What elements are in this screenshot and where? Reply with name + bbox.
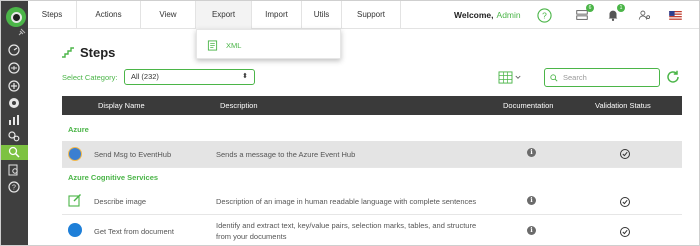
storage-icon[interactable]: 6 [574, 4, 594, 23]
search-icon [550, 73, 558, 82]
table-row[interactable]: Send Msg to EventHub Sends a message to … [62, 141, 682, 168]
page-header: Steps [61, 44, 115, 60]
search-doc-icon[interactable] [7, 163, 21, 177]
group-azure-cognitive-services: Azure Cognitive Services [68, 173, 159, 182]
welcome-label: Welcome, [454, 10, 494, 20]
category-value: All (232) [131, 72, 159, 81]
svg-text:?: ? [542, 10, 547, 20]
export-dropdown: XML [196, 29, 341, 59]
connect-icon[interactable] [7, 61, 21, 75]
row-display-name: Get Text from document [94, 227, 174, 236]
help-icon[interactable]: ? [7, 180, 21, 194]
pencil-square-icon [68, 194, 81, 207]
validation-check-icon [620, 197, 630, 207]
top-nav: Steps Actions View Export Import Utils S… [28, 1, 699, 29]
nav-import[interactable]: Import [252, 1, 302, 29]
col-documentation[interactable]: Documentation [503, 96, 553, 115]
steps-icon[interactable] [7, 145, 21, 159]
nav-export[interactable]: Export [196, 1, 252, 29]
documentation-info-icon[interactable]: i [527, 148, 536, 157]
select-caret-icon: ⬍ [242, 73, 248, 80]
eventhub-icon [68, 147, 82, 161]
app-logo[interactable] [6, 7, 26, 27]
export-xml-label: XML [226, 40, 242, 50]
category-select[interactable]: All (232) ⬍ [124, 69, 255, 85]
category-label: Select Category: [62, 73, 118, 82]
validation-check-icon [620, 149, 630, 159]
svg-text:?: ? [12, 185, 16, 192]
row-display-name: Send Msg to EventHub [94, 150, 172, 159]
search-box[interactable] [544, 68, 660, 87]
nav-actions[interactable]: Actions [77, 1, 141, 29]
row-description-line2: from your documents [216, 232, 287, 241]
documentation-info-icon[interactable]: i [527, 196, 536, 205]
reports-icon[interactable] [7, 113, 21, 127]
pin-icon[interactable] [18, 28, 26, 36]
page-title: Steps [80, 44, 116, 60]
form-recognizer-icon [68, 223, 82, 237]
validation-check-icon [620, 227, 630, 237]
gear-icon[interactable] [7, 96, 21, 110]
col-description[interactable]: Description [220, 96, 258, 115]
row-description: Description of an image in human readabl… [216, 197, 477, 206]
group-azure: Azure [68, 125, 89, 134]
welcome-text: Welcome, Admin [454, 1, 521, 29]
storage-badge: 6 [586, 4, 594, 12]
refresh-icon[interactable] [665, 69, 681, 85]
columns-icon [498, 70, 513, 84]
nav-support[interactable]: Support [342, 1, 401, 29]
table-header: Display Name Description Documentation V… [62, 96, 682, 115]
row-description: Sends a message to the Azure Event Hub [216, 150, 356, 159]
steps-stairs-icon [62, 47, 74, 58]
add-icon[interactable] [7, 79, 21, 93]
nav-steps[interactable]: Steps [28, 1, 77, 29]
nav-utils[interactable]: Utils [302, 1, 342, 29]
notifications-badge: 1 [617, 4, 625, 12]
col-validation-status[interactable]: Validation Status [595, 96, 651, 115]
help-circle-icon[interactable]: ? [536, 7, 552, 23]
chevron-down-icon [515, 75, 521, 79]
us-flag-icon[interactable] [668, 7, 682, 23]
table-row[interactable]: Describe image Description of an image i… [62, 188, 682, 215]
dashboard-icon[interactable] [7, 43, 21, 57]
column-view-button[interactable] [498, 69, 528, 85]
documentation-info-icon[interactable]: i [527, 226, 536, 235]
left-sidebar: ? [1, 1, 28, 245]
search-input[interactable] [563, 73, 653, 82]
table-row[interactable]: Get Text from document Identify and extr… [62, 216, 682, 245]
user-settings-icon[interactable] [636, 7, 652, 23]
user-name[interactable]: Admin [497, 10, 521, 20]
settings-cogs-icon[interactable] [7, 129, 21, 143]
nav-view[interactable]: View [141, 1, 196, 29]
bell-icon[interactable]: 1 [605, 4, 625, 23]
col-display-name[interactable]: Display Name [98, 96, 145, 115]
export-xml-item[interactable]: XML [207, 38, 241, 52]
row-display-name: Describe image [94, 197, 147, 206]
app-window: ? Steps Actions View Export Import Utils… [0, 0, 700, 246]
row-description-line1: Identify and extract text, key/value pai… [216, 221, 477, 230]
xml-file-icon [207, 39, 218, 51]
